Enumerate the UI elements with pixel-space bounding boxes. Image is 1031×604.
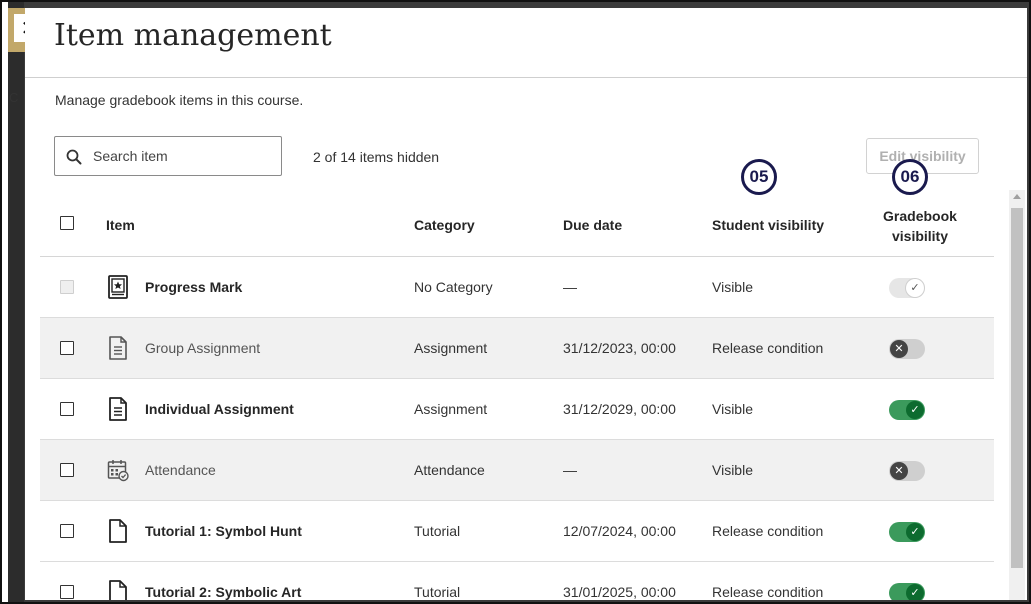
row-checkbox[interactable] — [60, 463, 74, 477]
row-checkbox[interactable] — [60, 585, 74, 599]
item-due-date: — — [563, 279, 577, 295]
gradebook-visibility-toggle[interactable]: ✓ — [889, 583, 925, 600]
item-name[interactable]: Progress Mark — [145, 279, 242, 295]
table-row: Individual Assignment Assignment 31/12/2… — [40, 379, 994, 440]
row-checkbox[interactable] — [60, 524, 74, 538]
vertical-scrollbar[interactable] — [1009, 190, 1025, 600]
table-row: Tutorial 2: Symbolic Art Tutorial 31/01/… — [40, 562, 994, 600]
item-name[interactable]: Tutorial 1: Symbol Hunt — [145, 523, 302, 539]
item-category: Tutorial — [414, 584, 461, 600]
column-header-gradebook-line2: visibility — [891, 228, 949, 244]
item-name[interactable]: Attendance — [145, 462, 216, 478]
column-header-item: Item — [106, 217, 135, 233]
check-icon: ✓ — [906, 523, 924, 541]
document-icon — [109, 397, 127, 421]
item-due-date: 12/07/2024, 00:00 — [563, 523, 676, 539]
check-icon: ✓ — [906, 584, 924, 600]
search-icon — [66, 149, 82, 165]
item-student-visibility: Release condition — [712, 340, 824, 356]
item-category: No Category — [414, 279, 493, 295]
check-icon: ✓ — [906, 279, 924, 297]
items-table: Item Category Due date Student visibilit… — [40, 190, 994, 600]
row-checkbox[interactable] — [60, 280, 74, 294]
blank-file-icon — [109, 580, 127, 600]
blank-file-icon — [109, 519, 127, 543]
document-icon — [109, 336, 127, 360]
item-student-visibility: Visible — [712, 462, 753, 478]
column-header-gradebook-line1: Gradebook — [883, 208, 957, 224]
item-management-panel: Item management Manage gradebook items i… — [25, 8, 1027, 600]
table-header: Item Category Due date Student visibilit… — [40, 190, 994, 257]
item-student-visibility: Visible — [712, 279, 753, 295]
gradebook-visibility-toggle[interactable]: ✓ — [889, 522, 925, 542]
gradebook-visibility-toggle[interactable]: ✓ — [889, 400, 925, 420]
item-category: Attendance — [414, 462, 485, 478]
item-due-date: 31/01/2025, 00:00 — [563, 584, 676, 600]
panel-header: Item management — [25, 8, 1027, 78]
table-row: Attendance Attendance — Visible ✕ — [40, 440, 994, 501]
row-checkbox[interactable] — [60, 341, 74, 355]
column-header-student-visibility: Student visibility — [712, 217, 825, 233]
item-category: Assignment — [414, 340, 488, 356]
search-box[interactable] — [54, 136, 282, 176]
table-row: Group Assignment Assignment 31/12/2023, … — [40, 318, 994, 379]
background-page: C — [2, 2, 24, 602]
item-due-date: 31/12/2029, 00:00 — [563, 401, 676, 417]
item-student-visibility: Visible — [712, 401, 753, 417]
item-category: Assignment — [414, 401, 488, 417]
x-icon: ✕ — [890, 462, 908, 480]
item-category: Tutorial — [414, 523, 461, 539]
item-student-visibility: Release condition — [712, 523, 824, 539]
item-student-visibility: Release condition — [712, 584, 824, 600]
page-title: Item management — [54, 18, 332, 53]
scrollbar-thumb[interactable] — [1011, 208, 1023, 568]
table-row: Tutorial 1: Symbol Hunt Tutorial 12/07/2… — [40, 501, 994, 562]
scroll-up-arrow-icon[interactable] — [1013, 194, 1021, 199]
select-all-checkbox[interactable] — [60, 216, 74, 230]
attendance-calendar-icon — [107, 460, 129, 482]
panel-description: Manage gradebook items in this course. — [55, 92, 304, 108]
column-header-due-date: Due date — [563, 217, 623, 233]
hidden-items-count: 2 of 14 items hidden — [313, 149, 440, 165]
item-due-date: — — [563, 462, 577, 478]
item-due-date: 31/12/2023, 00:00 — [563, 340, 676, 356]
progress-mark-icon — [108, 275, 128, 299]
item-name[interactable]: Individual Assignment — [145, 401, 294, 417]
gradebook-visibility-toggle[interactable]: ✓ — [889, 278, 925, 298]
row-checkbox[interactable] — [60, 402, 74, 416]
item-name[interactable]: Group Assignment — [145, 340, 260, 356]
search-input[interactable] — [93, 146, 273, 166]
background-label: C — [9, 90, 19, 105]
item-name[interactable]: Tutorial 2: Symbolic Art — [145, 584, 301, 600]
column-header-category: Category — [414, 217, 475, 233]
column-header-gradebook-visibility: Gradebook visibility — [860, 206, 980, 246]
window-frame: C ✕ Item management Manage gradebook ite… — [0, 0, 1031, 604]
check-icon: ✓ — [906, 401, 924, 419]
table-row: Progress Mark No Category — Visible ✓ — [40, 257, 994, 318]
x-icon: ✕ — [890, 340, 908, 358]
gradebook-visibility-toggle[interactable]: ✕ — [889, 339, 925, 359]
gradebook-visibility-toggle[interactable]: ✕ — [889, 461, 925, 481]
